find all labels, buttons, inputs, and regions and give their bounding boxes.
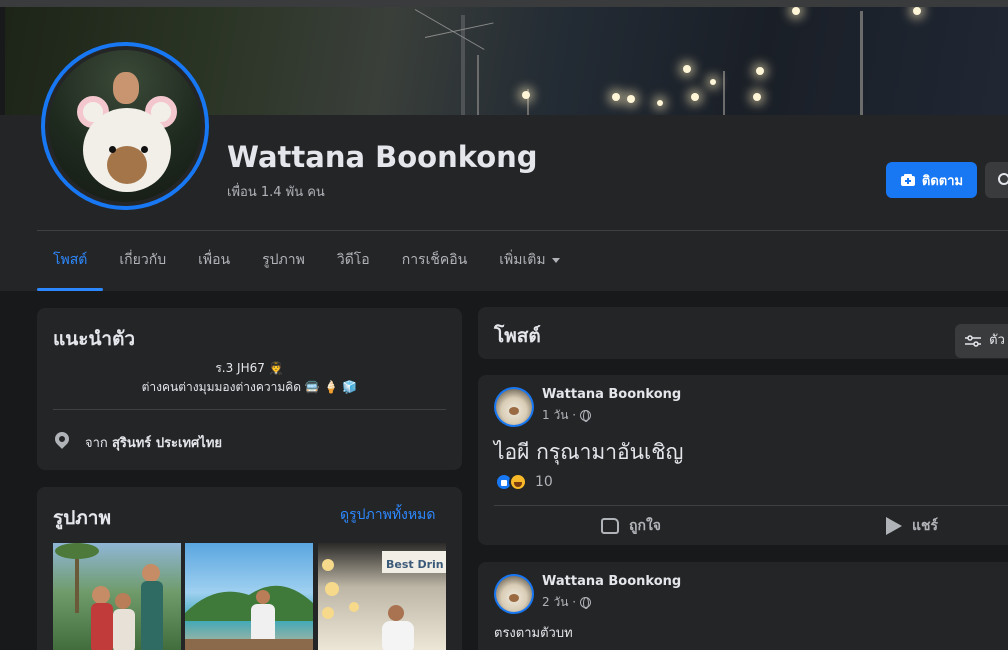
post-meta: 1 วัน ·	[542, 406, 592, 425]
friend-count[interactable]: เพื่อน 1.4 พัน คน	[227, 181, 325, 202]
globe-icon	[580, 597, 592, 609]
street-light	[691, 93, 699, 101]
reaction-count: 10	[535, 474, 553, 490]
street-light	[522, 91, 530, 99]
tab-posts[interactable]: โพสต์	[37, 231, 104, 291]
street-light	[612, 93, 620, 101]
lamp-post	[723, 71, 725, 115]
tab-label: รูปภาพ	[262, 252, 305, 268]
street-light	[710, 79, 716, 85]
photo-thumbnail[interactable]: Best Drin	[318, 543, 446, 650]
tab-videos[interactable]: วิดีโอ	[321, 231, 386, 291]
filter-icon	[965, 334, 981, 347]
profile-name: Wattana Boonkong	[227, 140, 538, 174]
photos-card: รูปภาพ ดูรูปภาพทั้งหมด Best Drin	[37, 487, 462, 650]
haha-reaction-icon	[509, 473, 527, 491]
filter-label: ตัว	[989, 333, 1005, 348]
post-card: Wattana Boonkong 1 วัน · ไอผี กรุณามาอัน…	[478, 375, 1008, 545]
share-label: แชร์	[912, 518, 939, 534]
tab-checkins[interactable]: การเช็คอิน	[386, 231, 484, 291]
profile-tabs: โพสต์ เกี่ยวกับ เพื่อน รูปภาพ วิดีโอ การ…	[37, 231, 576, 291]
post-author-avatar[interactable]	[494, 387, 534, 427]
tab-more[interactable]: เพิ่มเติม	[483, 231, 575, 291]
see-all-photos-link[interactable]: ดูรูปภาพทั้งหมด	[340, 504, 435, 526]
tab-label: เพิ่มเติม	[499, 252, 546, 268]
intro-title: แนะนำตัว	[53, 328, 136, 350]
lamp-post	[860, 11, 863, 115]
post-author-avatar[interactable]	[494, 574, 534, 614]
share-arrow-icon	[886, 517, 902, 535]
bio-line: ต่างคนต่างมุมมองต่างความคิด 🚍 🍦 🧊	[141, 380, 358, 394]
like-button[interactable]: ถูกใจ	[601, 513, 661, 539]
globe-icon	[580, 410, 592, 422]
chevron-down-icon	[551, 257, 560, 263]
photo-thumbnail[interactable]	[185, 543, 313, 650]
profile-search-button[interactable]	[985, 162, 1008, 198]
post-time[interactable]: 2 วัน ·	[542, 593, 576, 612]
street-light	[657, 100, 663, 106]
family-photo	[55, 543, 163, 650]
follow-label: ติดตาม	[921, 173, 964, 189]
profile-header: Wattana Boonkong เพื่อน 1.4 พัน คน ติดตา…	[0, 42, 1008, 291]
thumbs-up-icon	[601, 518, 619, 534]
cafe-sign-text: Best Drin	[386, 558, 444, 571]
bio-line: ร.3 JH67 🧑‍✈️	[215, 361, 284, 375]
post-divider	[494, 505, 1008, 506]
photos-title: รูปภาพ	[53, 507, 111, 529]
tab-friends[interactable]: เพื่อน	[182, 231, 246, 291]
beach-photo	[185, 585, 313, 650]
avatar-bear-eye	[109, 146, 116, 153]
filter-button[interactable]: ตัว	[955, 324, 1008, 358]
street-light	[792, 7, 800, 15]
post-card: Wattana Boonkong 2 วัน · ตรงตามตัวบท	[478, 562, 1008, 650]
tab-photos[interactable]: รูปภาพ	[246, 231, 321, 291]
tab-label: โพสต์	[53, 252, 88, 268]
post-meta: 2 วัน ·	[542, 593, 592, 612]
tab-label: วิดีโอ	[336, 252, 370, 268]
intro-divider	[53, 409, 446, 410]
location-info: จาก สุรินทร์ ประเทศไทย	[85, 432, 222, 453]
avatar-person	[113, 72, 139, 104]
tab-label: การเช็คอิน	[401, 252, 468, 268]
post-time[interactable]: 1 วัน ·	[542, 406, 576, 425]
posts-title: โพสต์	[494, 325, 541, 347]
street-light	[683, 65, 691, 73]
street-light	[913, 7, 921, 15]
post-author-name[interactable]: Wattana Boonkong	[542, 574, 681, 589]
avatar-bear-eye	[141, 146, 148, 153]
add-friend-icon	[900, 174, 915, 186]
posts-header-card: โพสต์ ตัว	[478, 307, 1008, 359]
street-light	[627, 95, 635, 103]
location-pin-icon	[52, 429, 72, 449]
profile-avatar[interactable]	[41, 42, 209, 210]
street-light	[753, 93, 761, 101]
tab-label: เพื่อน	[198, 252, 231, 268]
tab-label: เกี่ยวกับ	[119, 252, 167, 268]
follow-button[interactable]: ติดตาม	[886, 162, 977, 198]
location-prefix: จาก	[85, 436, 108, 451]
post-text: ตรงตามตัวบท	[494, 626, 573, 641]
street-light	[756, 67, 764, 75]
search-icon	[998, 173, 1008, 185]
location-link[interactable]: สุรินทร์ ประเทศไทย	[112, 436, 222, 451]
intro-card: แนะนำตัว ร.3 JH67 🧑‍✈️ ต่างคนต่างมุมมองต…	[37, 308, 462, 470]
photo-thumbnail[interactable]	[53, 543, 181, 650]
tab-about[interactable]: เกี่ยวกับ	[103, 231, 182, 291]
cafe-photo: Best Drin	[322, 551, 446, 650]
top-strip	[0, 0, 1008, 7]
utility-pole	[477, 55, 479, 115]
share-button[interactable]: แชร์	[886, 513, 938, 539]
post-text: ไอผี กรุณามาอันเชิญ	[494, 440, 684, 464]
reaction-summary[interactable]: 10	[495, 473, 553, 491]
like-label: ถูกใจ	[629, 518, 661, 534]
wire	[414, 9, 485, 50]
post-author-name[interactable]: Wattana Boonkong	[542, 387, 681, 402]
